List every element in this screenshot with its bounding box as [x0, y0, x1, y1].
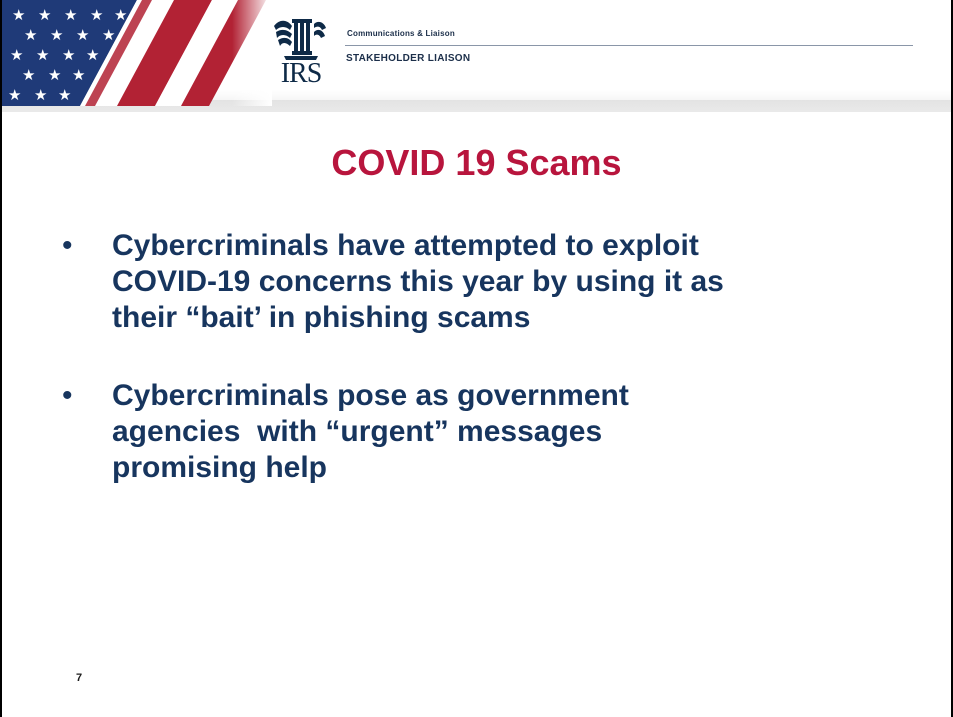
svg-text:★: ★	[24, 26, 37, 44]
bullet-marker: •	[62, 229, 73, 262]
header-divider	[345, 45, 913, 46]
bullet-item: • Cybercriminals have attempted to explo…	[62, 228, 922, 336]
bullet-item: • Cybercriminals pose as government agen…	[62, 378, 922, 486]
svg-text:★: ★	[102, 26, 115, 44]
svg-text:★: ★	[36, 46, 49, 64]
svg-text:★: ★	[90, 6, 103, 24]
svg-text:★: ★	[50, 26, 63, 44]
division-label: STAKEHOLDER LIAISON	[346, 53, 471, 64]
bullet-marker: •	[62, 379, 73, 412]
svg-text:★: ★	[64, 6, 77, 24]
page-number: 7	[76, 672, 83, 684]
svg-text:★: ★	[12, 6, 25, 24]
bullet-line: agencies with “urgent” messages	[112, 415, 603, 448]
bullet-text: Cybercriminals pose as government agenci…	[112, 378, 922, 486]
bullet-list: • Cybercriminals have attempted to explo…	[62, 228, 922, 528]
svg-text:★: ★	[38, 6, 51, 24]
svg-text:★: ★	[86, 46, 99, 64]
svg-text:★: ★	[114, 6, 127, 24]
department-label: Communications & Liaison	[347, 29, 455, 38]
svg-text:★: ★	[22, 66, 35, 84]
svg-text:★: ★	[34, 86, 47, 104]
irs-eagle-icon	[274, 19, 326, 60]
bullet-line: Cybercriminals have attempted to exploit	[112, 229, 699, 262]
irs-logo: IRS	[268, 16, 330, 88]
svg-text:★: ★	[76, 26, 89, 44]
bullet-line: Cybercriminals pose as government	[112, 379, 629, 412]
svg-text:★: ★	[62, 46, 75, 64]
svg-text:★: ★	[8, 86, 21, 104]
header-banner: ★ ★ ★ ★ ★ ★ ★ ★ ★ ★ ★ ★ ★ ★ ★ ★ ★ ★ ★ IR…	[2, 0, 951, 112]
american-flag-icon: ★ ★ ★ ★ ★ ★ ★ ★ ★ ★ ★ ★ ★ ★ ★ ★ ★ ★ ★	[2, 0, 272, 106]
svg-text:★: ★	[10, 46, 23, 64]
slide-title: COVID 19 Scams	[331, 142, 622, 183]
svg-text:★: ★	[58, 86, 71, 104]
bullet-line: their “bait’ in phishing scams	[112, 301, 531, 334]
svg-text:★: ★	[72, 66, 85, 84]
svg-text:★: ★	[48, 66, 61, 84]
bullet-line: COVID-19 concerns this year by using it …	[112, 265, 724, 298]
bullet-line: promising help	[112, 451, 328, 484]
irs-logo-text: IRS	[280, 58, 323, 89]
bullet-text: Cybercriminals have attempted to exploit…	[112, 228, 922, 336]
slide: ★ ★ ★ ★ ★ ★ ★ ★ ★ ★ ★ ★ ★ ★ ★ ★ ★ ★ ★ IR…	[0, 0, 953, 717]
